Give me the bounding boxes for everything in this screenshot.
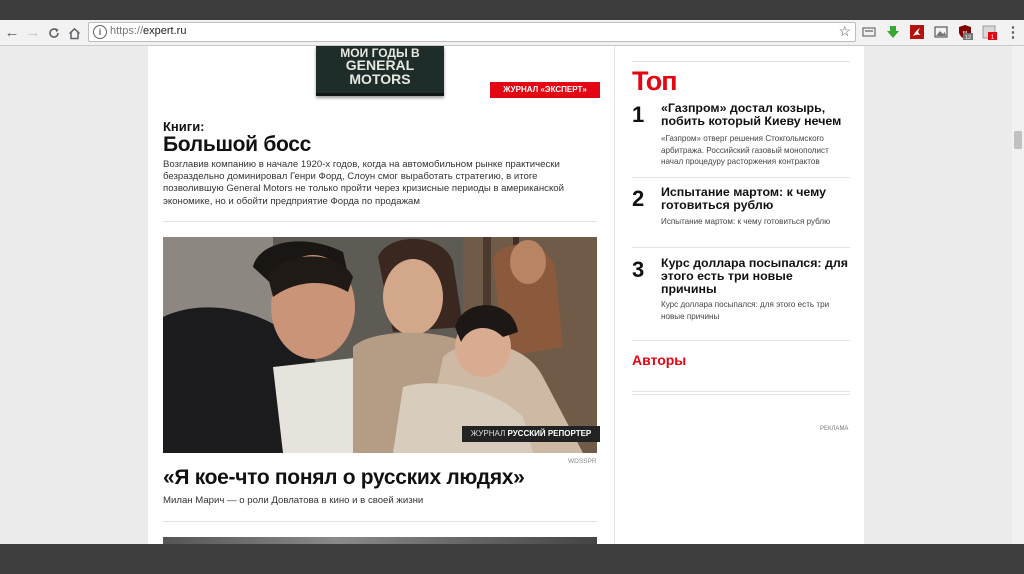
top-item-description: Курс доллара посыпался: для этого есть т… [661,300,830,321]
top-item-description: «Газпром» отверг решения Стокгольмского … [661,134,829,166]
books-article-description: Возглавив компанию в начале 1920-х годов… [163,159,564,207]
page-viewport: МОИ ГОДЫ В GENERAL MOTORS ЖУРНАЛ «ЭКСПЕР… [0,46,1024,544]
url-protocol: https:// [110,25,144,37]
reload-icon[interactable] [45,24,63,42]
pdf-extension-icon[interactable] [909,24,925,40]
download-extension-icon[interactable] [885,24,901,40]
journal-expert-prefix: ЖУРНАЛ [503,85,541,94]
url-text[interactable]: https://expert.ru [110,25,186,37]
bottom-frame [0,544,1024,574]
cast-extension-icon[interactable] [861,24,877,40]
feature-article-title[interactable]: «Я кое-что понял о русских людях» [163,466,525,490]
ublock-extension-icon[interactable]: u12 [957,24,973,41]
content-page: МОИ ГОДЫ В GENERAL MOTORS ЖУРНАЛ «ЭКСПЕР… [148,46,864,544]
journal-expert-badge[interactable]: ЖУРНАЛ «ЭКСПЕРТ» [490,82,600,98]
divider [163,521,597,522]
column-separator [614,46,615,544]
back-arrow-icon[interactable]: ← [3,24,21,42]
url-domain: expert.ru [143,25,187,37]
forward-arrow-icon[interactable]: → [24,24,42,42]
next-article-photo[interactable] [163,537,597,544]
ad-label: РЕКЛАМА [820,426,849,432]
top-item-number: 1 [632,102,645,127]
image-extension-icon[interactable] [933,24,949,40]
address-bar[interactable]: i https://expert.ru ☆ [88,22,856,42]
divider [632,247,850,248]
divider [632,391,850,392]
vertical-scrollbar[interactable] [1012,46,1024,544]
window-top-strip [0,0,1024,20]
top-item-description: Испытание мартом: к чему готовиться рубл… [661,217,831,226]
divider [163,221,597,222]
authors-heading[interactable]: Авторы [632,352,686,368]
book-cover-banner[interactable]: МОИ ГОДЫ В GENERAL MOTORS [316,46,444,96]
bookmark-star-icon[interactable]: ☆ [838,23,851,40]
journal-rr-badge[interactable]: ЖУРНАЛ РУССКИЙ РЕПОРТЕР [462,426,600,442]
feature-photo[interactable] [163,237,597,453]
site-info-icon[interactable]: i [93,25,107,39]
adblock-extension-icon[interactable]: 1 [981,24,997,41]
journal-expert-name: «ЭКСПЕРТ» [540,85,587,94]
menu-dots-icon[interactable]: ⋮ [1004,24,1022,42]
top-item-title[interactable]: «Газпром» достал козырь, побить который … [661,102,851,128]
divider [632,340,850,341]
home-icon[interactable] [65,24,83,42]
sidebar-top-rule [632,61,850,62]
top-heading[interactable]: Топ [632,66,678,97]
top-item-number: 2 [632,186,645,211]
feature-article-subtitle: Милан Марич — о роли Довлатова в кино и … [163,495,424,506]
ublock-badge-count: 12 [965,35,971,40]
top-item-number: 3 [632,257,645,282]
banner-line-3: MOTORS [349,71,411,87]
top-item-title[interactable]: Курс доллара посыпался: для этого есть т… [661,257,851,296]
divider [632,394,850,395]
top-item-title[interactable]: Испытание мартом: к чему готовиться рубл… [661,186,851,212]
divider [632,177,850,178]
scrollbar-thumb[interactable] [1014,131,1022,149]
photo-credit: WDSSPR [568,458,597,465]
books-kicker: Книги: [163,119,205,134]
browser-toolbar: ← → i https://expert.ru ☆ u12 1 ⋮ [0,20,1024,46]
books-article-title[interactable]: Большой босс [163,133,311,157]
journal-rr-prefix: ЖУРНАЛ [470,429,508,438]
journal-rr-name: РУССКИЙ РЕПОРТЕР [507,429,592,438]
